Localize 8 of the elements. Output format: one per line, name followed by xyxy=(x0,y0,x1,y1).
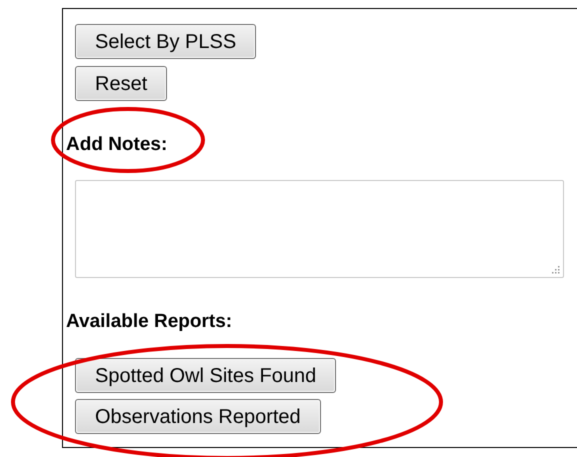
select-button[interactable]: Reset xyxy=(75,66,168,101)
report-button[interactable]: Observations Reported xyxy=(75,399,321,434)
reports-label: Available Reports: xyxy=(66,310,234,334)
notes-field[interactable] xyxy=(75,180,564,278)
report-button[interactable]: Spotted Owl Sites Found xyxy=(75,358,336,393)
resize-grip-icon[interactable] xyxy=(550,264,560,274)
notes-label: Add Notes: xyxy=(66,133,168,157)
select-button[interactable]: Select By PLSS xyxy=(75,24,256,59)
